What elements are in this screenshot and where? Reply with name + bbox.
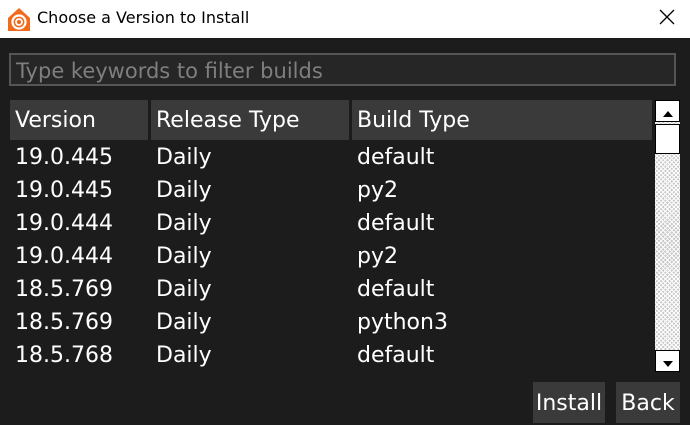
houdini-icon (6, 6, 32, 32)
builds-table: Version Release Type Build Type 19.0.445… (10, 100, 652, 375)
release-type-cell: Daily (156, 211, 212, 236)
filter-input[interactable]: Type keywords to filter builds (9, 53, 676, 86)
back-button[interactable]: Back (616, 382, 680, 423)
scroll-down-button[interactable] (655, 350, 680, 372)
table-row[interactable]: 19.0.445 Daily default (10, 141, 652, 174)
version-cell: 19.0.445 (15, 178, 113, 203)
arrow-down-icon (662, 352, 673, 371)
table-header: Version Release Type Build Type (10, 100, 652, 140)
release-type-cell: Daily (156, 343, 212, 368)
release-type-cell: Daily (156, 310, 212, 335)
build-type-cell: default (357, 343, 435, 368)
version-cell: 18.5.769 (15, 277, 113, 302)
build-type-cell: default (357, 277, 435, 302)
install-button[interactable]: Install (533, 382, 605, 423)
build-type-cell: python3 (357, 310, 448, 335)
version-cell: 19.0.445 (15, 145, 113, 170)
build-type-cell: default (357, 211, 435, 236)
table-row[interactable]: 18.5.769 Daily default (10, 273, 652, 306)
version-cell: 18.5.768 (15, 343, 113, 368)
table-row[interactable]: 18.5.769 Daily python3 (10, 306, 652, 339)
window-title: Choose a Version to Install (37, 8, 250, 27)
release-type-cell: Daily (156, 178, 212, 203)
arrow-up-icon (662, 102, 673, 121)
release-type-cell: Daily (156, 244, 212, 269)
build-type-cell: py2 (357, 178, 398, 203)
release-type-cell: Daily (156, 145, 212, 170)
table-row[interactable]: 19.0.444 Daily py2 (10, 240, 652, 273)
table-row[interactable]: 19.0.445 Daily py2 (10, 174, 652, 207)
column-header-build-type[interactable]: Build Type (352, 100, 652, 140)
vertical-scrollbar[interactable] (655, 100, 680, 372)
release-type-cell: Daily (156, 277, 212, 302)
column-header-release-type[interactable]: Release Type (151, 100, 349, 140)
build-type-cell: py2 (357, 244, 398, 269)
close-icon (659, 9, 675, 29)
version-cell: 19.0.444 (15, 244, 113, 269)
column-header-version[interactable]: Version (10, 100, 148, 140)
build-type-cell: default (357, 145, 435, 170)
version-cell: 19.0.444 (15, 211, 113, 236)
table-row[interactable]: 18.5.768 Daily default (10, 339, 652, 372)
close-button[interactable] (644, 0, 690, 38)
title-bar: Choose a Version to Install (0, 0, 690, 38)
scroll-track[interactable] (655, 122, 680, 350)
scroll-thumb[interactable] (655, 124, 680, 154)
version-cell: 18.5.769 (15, 310, 113, 335)
scroll-up-button[interactable] (655, 100, 680, 122)
table-row[interactable]: 19.0.444 Daily default (10, 207, 652, 240)
